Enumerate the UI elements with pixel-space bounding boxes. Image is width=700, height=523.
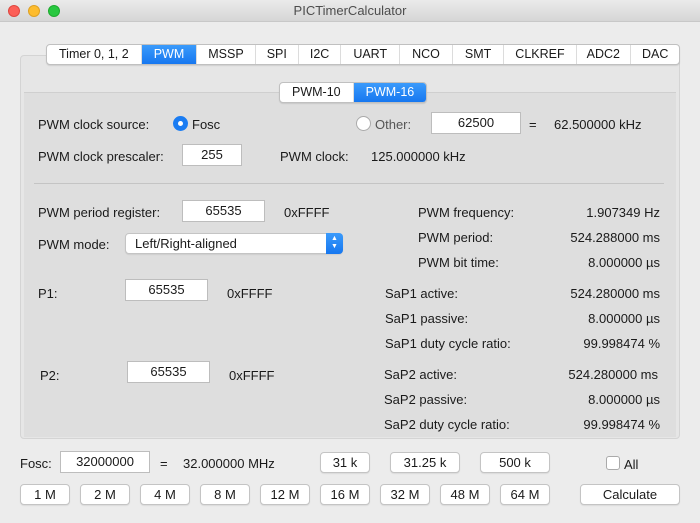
minimize-button[interactable]	[28, 5, 40, 17]
p1-result-label: SaP1 passive:	[385, 311, 469, 326]
other-radio[interactable]	[356, 116, 371, 131]
sub-tabs: PWM-10 PWM-16	[279, 82, 428, 103]
result-value: 1.907349 Hz	[586, 205, 660, 220]
pwm-mode-select[interactable]: Left/Right-aligned ▲ ▼	[125, 233, 343, 254]
p1-label: P1:	[38, 286, 58, 301]
all-checkbox[interactable]	[606, 456, 620, 470]
result-label: PWM frequency:	[418, 205, 515, 220]
fosc-label: Fosc:	[20, 456, 52, 471]
pwm-mode-value: Left/Right-aligned	[135, 236, 237, 251]
pwm-clock-value: 125.000000 kHz	[371, 149, 466, 164]
tab-clkref[interactable]: CLKREF	[504, 45, 577, 64]
p2-result-label: SaP2 passive:	[384, 392, 468, 407]
tab-smt[interactable]: SMT	[453, 45, 505, 64]
separator	[34, 183, 664, 184]
p1-input[interactable]: 65535	[125, 279, 208, 301]
main-tabs: Timer 0, 1, 2 PWM MSSP SPI I2C UART NCO …	[46, 44, 681, 65]
subtab-pwm16[interactable]: PWM-16	[353, 83, 427, 102]
p2-input[interactable]: 65535	[127, 361, 210, 383]
zoom-button[interactable]	[48, 5, 60, 17]
prescaler-label: PWM clock prescaler:	[38, 149, 164, 164]
result-value: 524.288000 ms	[570, 230, 660, 245]
preset-1m-button[interactable]: 1 M	[20, 484, 70, 505]
preset-31-25k-button[interactable]: 31.25 k	[390, 452, 460, 473]
tab-mssp[interactable]: MSSP	[197, 45, 256, 64]
p1-result-label: SaP1 active:	[385, 286, 458, 301]
p1-result-label: SaP1 duty cycle ratio:	[385, 336, 511, 351]
preset-8m-button[interactable]: 8 M	[200, 484, 250, 505]
pwm-panel	[24, 92, 676, 437]
title-bar: PICTimerCalculator	[0, 0, 700, 22]
preset-64m-button[interactable]: 64 M	[500, 484, 550, 505]
fosc-radio[interactable]	[173, 116, 188, 131]
preset-12m-button[interactable]: 12 M	[260, 484, 310, 505]
preset-16m-button[interactable]: 16 M	[320, 484, 370, 505]
preset-2m-button[interactable]: 2 M	[80, 484, 130, 505]
fosc-input[interactable]: 32000000	[60, 451, 150, 473]
preset-4m-button[interactable]: 4 M	[140, 484, 190, 505]
tab-adc2[interactable]: ADC2	[577, 45, 631, 64]
tab-pwm[interactable]: PWM	[141, 45, 198, 64]
tab-dac[interactable]: DAC	[631, 45, 679, 64]
chevron-updown-icon: ▲ ▼	[326, 233, 343, 254]
p2-result-value: 524.280000 ms	[568, 367, 658, 382]
prescaler-input[interactable]: 255	[182, 144, 242, 166]
fosc-radio-label[interactable]: Fosc	[192, 117, 220, 132]
p1-result-value: 99.998474 %	[583, 336, 660, 351]
period-register-label: PWM period register:	[38, 205, 161, 220]
tab-nco[interactable]: NCO	[400, 45, 453, 64]
p2-result-value: 8.000000 µs	[588, 392, 660, 407]
result-label: PWM bit time:	[418, 255, 499, 270]
close-button[interactable]	[8, 5, 20, 17]
pwm-mode-label: PWM mode:	[38, 237, 110, 252]
result-label: PWM period:	[418, 230, 494, 245]
subtab-pwm10[interactable]: PWM-10	[280, 83, 354, 102]
tab-spi[interactable]: SPI	[256, 45, 299, 64]
all-checkbox-label[interactable]: All	[624, 457, 638, 472]
tab-timer[interactable]: Timer 0, 1, 2	[47, 45, 142, 64]
equals-sign: =	[160, 456, 168, 471]
tab-uart[interactable]: UART	[341, 45, 401, 64]
p1-result-value: 8.000000 µs	[588, 311, 660, 326]
window-title: PICTimerCalculator	[293, 3, 407, 18]
p1-result-value: 524.280000 ms	[570, 286, 660, 301]
p2-result-label: SaP2 duty cycle ratio:	[384, 417, 510, 432]
clock-source-label: PWM clock source:	[38, 117, 150, 132]
tab-i2c[interactable]: I2C	[299, 45, 342, 64]
period-register-hex: 0xFFFF	[284, 205, 330, 220]
period-register-input[interactable]: 65535	[182, 200, 265, 222]
p2-hex: 0xFFFF	[229, 368, 275, 383]
p2-result-label: SaP2 active:	[384, 367, 457, 382]
p2-label: P2:	[40, 368, 60, 383]
preset-48m-button[interactable]: 48 M	[440, 484, 490, 505]
p1-hex: 0xFFFF	[227, 286, 273, 301]
preset-31k-button[interactable]: 31 k	[320, 452, 370, 473]
other-radio-label[interactable]: Other:	[375, 117, 411, 132]
fosc-result: 32.000000 MHz	[183, 456, 275, 471]
calculate-button[interactable]: Calculate	[580, 484, 680, 505]
preset-500k-button[interactable]: 500 k	[480, 452, 550, 473]
result-value: 8.000000 µs	[588, 255, 660, 270]
preset-32m-button[interactable]: 32 M	[380, 484, 430, 505]
pwm-clock-label: PWM clock:	[280, 149, 349, 164]
equals-sign: =	[529, 117, 537, 132]
p2-result-value: 99.998474 %	[583, 417, 660, 432]
other-frequency-input[interactable]: 62500	[431, 112, 521, 134]
other-frequency-result: 62.500000 kHz	[554, 117, 642, 132]
